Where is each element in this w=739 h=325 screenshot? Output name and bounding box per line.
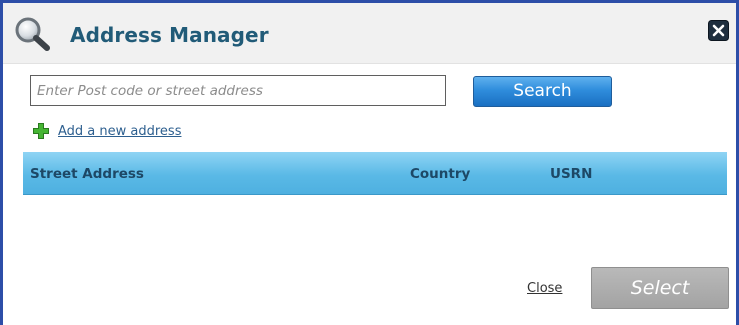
- search-input[interactable]: [30, 75, 446, 106]
- search-button[interactable]: Search: [473, 76, 612, 107]
- plus-icon: [33, 123, 49, 139]
- close-icon[interactable]: [708, 20, 729, 41]
- close-link[interactable]: Close: [527, 281, 562, 296]
- dialog-header: Address Manager: [3, 3, 736, 64]
- column-header-country[interactable]: Country: [410, 166, 470, 182]
- select-button[interactable]: Select: [591, 267, 729, 309]
- column-header-usrn[interactable]: USRN: [550, 166, 592, 182]
- add-new-address-label: Add a new address: [58, 123, 182, 139]
- add-new-address-link[interactable]: Add a new address: [33, 121, 181, 141]
- column-header-street-address[interactable]: Street Address: [30, 166, 144, 182]
- address-manager-dialog: Address Manager Search Add a new address…: [0, 0, 739, 325]
- results-table-header: Street Address Country USRN: [23, 152, 727, 195]
- magnifier-icon: [13, 16, 53, 52]
- dialog-title: Address Manager: [70, 23, 269, 47]
